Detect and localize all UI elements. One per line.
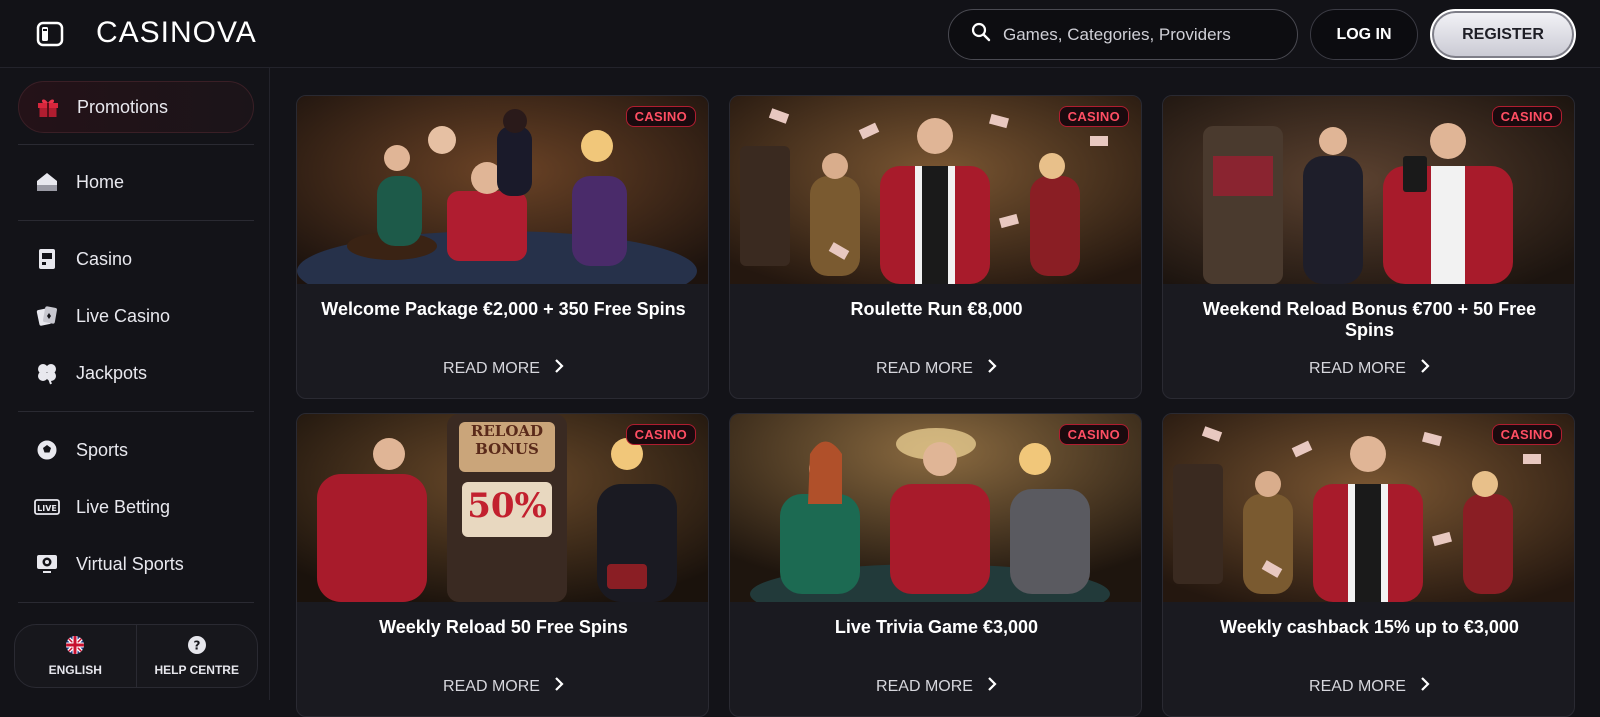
search-icon — [971, 22, 991, 47]
sidebar-item-live-casino[interactable]: Live Casino — [18, 290, 254, 342]
category-badge: CASINO — [625, 424, 696, 445]
chevron-right-icon — [1420, 677, 1430, 696]
read-more-link[interactable]: READ MORE — [297, 359, 708, 378]
gift-icon — [35, 94, 61, 120]
sidebar-item-virtual-sports[interactable]: Virtual Sports — [18, 538, 254, 590]
sidebar-item-label: Casino — [76, 248, 133, 269]
sidebar-item-label: Virtual Sports — [76, 553, 184, 574]
category-badge: CASINO — [1491, 424, 1562, 445]
chevron-right-icon — [554, 359, 564, 378]
sidebar-item-casino[interactable]: Casino — [18, 233, 254, 285]
read-more-label: READ MORE — [1309, 359, 1406, 377]
promo-title: Roulette Run €8,000 — [850, 299, 1023, 319]
sidebar: Promotions Home Casino Live Casino Jackp… — [0, 68, 270, 700]
promo-title: Weekend Reload Bonus €700 + 50 Free Spin… — [1202, 299, 1537, 340]
svg-text:?: ? — [193, 639, 200, 653]
promo-title: Live Trivia Game €3,000 — [834, 617, 1039, 637]
reload-bonus-sign: RELOAD BONUS — [459, 422, 555, 458]
sidebar-divider — [18, 144, 254, 145]
sidebar-item-label: Live Betting — [76, 496, 171, 517]
reload-text: RELOAD — [470, 422, 544, 440]
sidebar-item-label: Promotions — [77, 96, 169, 117]
read-more-label: READ MORE — [1309, 677, 1406, 695]
read-more-link[interactable]: READ MORE — [730, 677, 1141, 696]
chevron-right-icon — [1420, 359, 1430, 378]
language-selector[interactable]: ENGLISH — [15, 625, 136, 687]
sidebar-item-live-betting[interactable]: LIVE Live Betting — [18, 481, 254, 533]
category-badge: CASINO — [625, 106, 696, 127]
read-more-link[interactable]: READ MORE — [1163, 677, 1574, 696]
sidebar-divider — [18, 602, 254, 603]
casinova-logo[interactable]: CASINOVA — [96, 16, 257, 50]
sidebar-item-label: Home — [76, 171, 125, 192]
read-more-label: READ MORE — [876, 677, 973, 695]
search-bar[interactable] — [948, 9, 1298, 60]
fifty-percent-reel: 50% — [467, 486, 547, 526]
live-icon: LIVE — [34, 494, 60, 520]
sidebar-item-home[interactable]: Home — [18, 156, 254, 208]
promo-title: Weekly Reload 50 Free Spins — [379, 617, 628, 637]
promo-title: Weekly cashback 15% up to €3,000 — [1220, 617, 1519, 637]
uk-flag-icon — [65, 635, 85, 658]
read-more-label: READ MORE — [443, 359, 540, 377]
promo-card[interactable]: RELOAD BONUS 50% CASINO Weekly Reload 50… — [296, 413, 709, 717]
promo-card[interactable]: CASINO Welcome Package €2,000 + 350 Free… — [296, 95, 709, 399]
sidebar-item-sports[interactable]: Sports — [18, 424, 254, 476]
read-more-link[interactable]: READ MORE — [1163, 359, 1574, 378]
sidebar-toggle-icon[interactable] — [36, 21, 64, 47]
read-more-link[interactable]: READ MORE — [297, 677, 708, 696]
promo-card[interactable]: CASINO Weekend Reload Bonus €700 + 50 Fr… — [1162, 95, 1575, 399]
chevron-right-icon — [987, 677, 997, 696]
promo-title: Welcome Package €2,000 + 350 Free Spins — [321, 299, 686, 319]
promo-card[interactable]: CASINO Weekly cashback 15% up to €3,000 … — [1162, 413, 1575, 717]
category-badge: CASINO — [1058, 424, 1129, 445]
sidebar-item-promotions[interactable]: Promotions — [18, 81, 254, 133]
bonus-text: BONUS — [475, 440, 539, 458]
home-icon — [34, 169, 60, 195]
sidebar-divider — [18, 411, 254, 412]
sidebar-divider — [18, 220, 254, 221]
read-more-link[interactable]: READ MORE — [730, 359, 1141, 378]
clover-icon — [34, 360, 60, 386]
soccer-ball-icon — [34, 437, 60, 463]
help-label: HELP CENTRE — [154, 663, 239, 677]
read-more-label: READ MORE — [443, 677, 540, 695]
promo-card[interactable]: CASINO Live Trivia Game €3,000 READ MORE — [729, 413, 1142, 717]
svg-text:LIVE: LIVE — [37, 504, 57, 513]
search-input[interactable] — [1003, 24, 1293, 45]
promo-card[interactable]: CASINO Roulette Run €8,000 READ MORE — [729, 95, 1142, 399]
login-button[interactable]: LOG IN — [1310, 9, 1418, 60]
sidebar-item-jackpots[interactable]: Jackpots — [18, 347, 254, 399]
sidebar-item-label: Jackpots — [76, 362, 148, 383]
category-badge: CASINO — [1491, 106, 1562, 127]
cards-icon — [34, 303, 60, 329]
virtual-sports-icon — [34, 551, 60, 577]
help-icon: ? — [187, 635, 207, 658]
chevron-right-icon — [987, 359, 997, 378]
register-button[interactable]: REGISTER — [1430, 9, 1576, 60]
read-more-label: READ MORE — [876, 359, 973, 377]
top-header: CASINOVA LOG IN REGISTER — [0, 0, 1600, 68]
category-badge: CASINO — [1058, 106, 1129, 127]
chevron-right-icon — [554, 677, 564, 696]
help-centre-button[interactable]: ? HELP CENTRE — [135, 625, 258, 687]
slot-machine-icon — [34, 246, 60, 272]
sidebar-item-label: Sports — [76, 439, 129, 460]
sidebar-item-label: Live Casino — [76, 305, 171, 326]
sidebar-footer: ENGLISH ? HELP CENTRE — [14, 624, 258, 688]
language-label: ENGLISH — [48, 663, 102, 677]
